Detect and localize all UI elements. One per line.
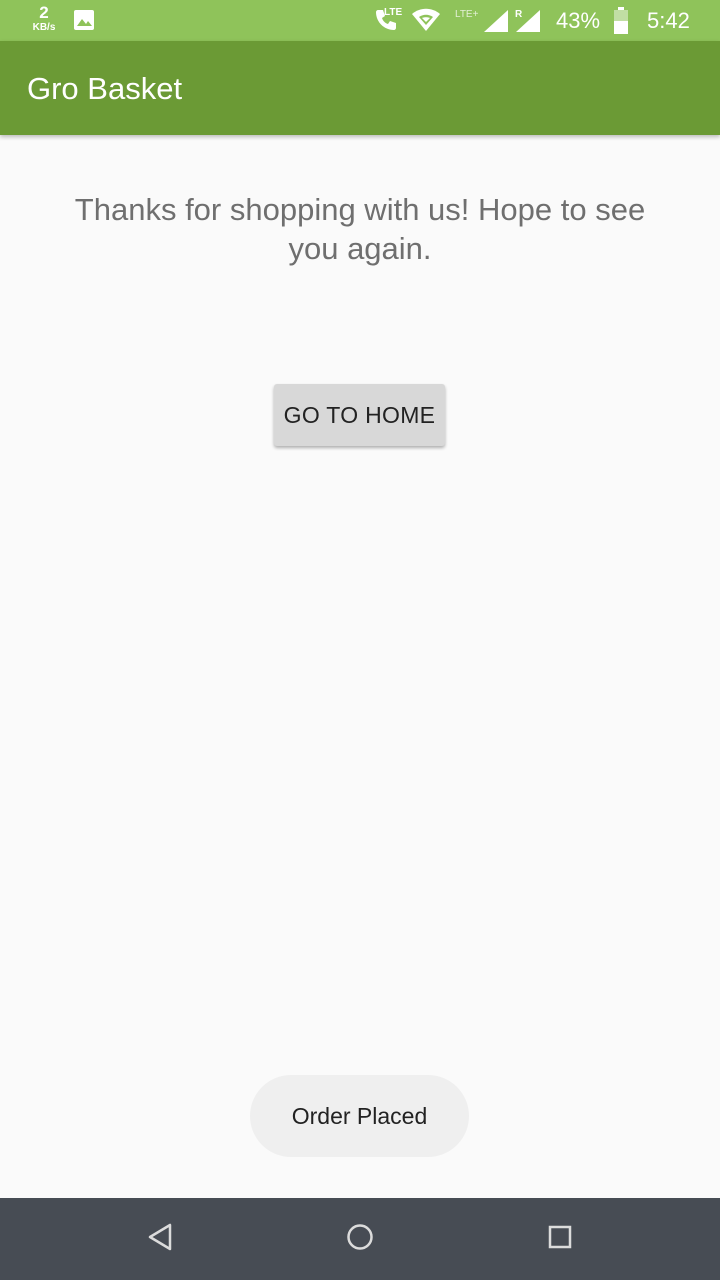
battery-icon bbox=[613, 7, 629, 39]
thank-you-message: Thanks for shopping with us! Hope to see… bbox=[74, 192, 646, 266]
lte-plus-label: LTE+ bbox=[455, 9, 479, 20]
network-speed-unit: KB/s bbox=[32, 22, 56, 33]
battery-percent: 43% bbox=[556, 8, 601, 33]
back-icon bbox=[147, 1223, 173, 1256]
wifi-icon bbox=[411, 8, 441, 37]
network-speed-indicator: 2 KB/s bbox=[28, 4, 60, 33]
home-icon bbox=[346, 1223, 374, 1256]
app-title: Gro Basket bbox=[27, 71, 183, 106]
back-button[interactable] bbox=[143, 1222, 177, 1256]
status-bar: 2 KB/s LTE LTE+ R 43% 5:42 bbox=[0, 0, 720, 41]
clock: 5:42 bbox=[647, 8, 690, 33]
lte-label: LTE bbox=[384, 7, 403, 18]
gallery-icon bbox=[73, 9, 95, 36]
network-speed-value: 2 bbox=[39, 3, 49, 22]
order-placed-toast: Order Placed bbox=[250, 1075, 469, 1157]
navigation-bar bbox=[0, 1198, 720, 1280]
app-bar: Gro Basket bbox=[0, 41, 720, 135]
go-to-home-button[interactable]: GO TO HOME bbox=[274, 384, 445, 446]
signal-roaming-icon bbox=[516, 10, 540, 37]
recents-icon bbox=[548, 1225, 572, 1254]
recents-button[interactable] bbox=[543, 1222, 577, 1256]
signal-icon bbox=[484, 10, 508, 37]
home-nav-button[interactable] bbox=[343, 1222, 377, 1256]
